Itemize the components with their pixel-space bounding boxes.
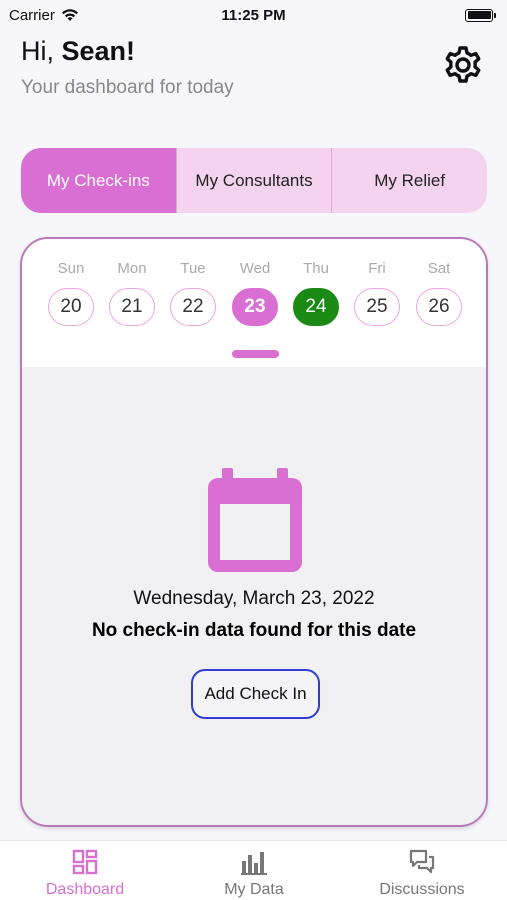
greeting: Hi, Sean! bbox=[21, 36, 135, 67]
add-check-in-button[interactable]: Add Check In bbox=[191, 669, 320, 719]
date-circle[interactable]: 21 bbox=[109, 288, 155, 326]
date-circle-selected[interactable]: 23 bbox=[232, 288, 278, 326]
date-circle[interactable]: 22 bbox=[170, 288, 216, 326]
battery-icon bbox=[465, 8, 496, 22]
user-name: Sean! bbox=[61, 36, 136, 66]
page-subtitle: Your dashboard for today bbox=[21, 77, 234, 98]
week-strip: Sun 20 Mon 21 Tue 22 Wed 23 Thu 24 Fri 2… bbox=[22, 239, 486, 367]
nav-label: My Data bbox=[224, 881, 284, 898]
greeting-prefix: Hi, bbox=[21, 36, 54, 66]
day-sun[interactable]: Sun 20 bbox=[48, 239, 94, 326]
day-label: Mon bbox=[117, 260, 147, 277]
status-left: Carrier bbox=[9, 7, 79, 24]
day-tue[interactable]: Tue 22 bbox=[170, 239, 216, 326]
empty-state-message: No check-in data found for this date bbox=[91, 620, 417, 641]
day-label: Tue bbox=[180, 260, 206, 277]
status-bar: Carrier 11:25 PM bbox=[0, 0, 507, 30]
chat-bubbles-icon bbox=[409, 849, 435, 874]
day-label: Thu bbox=[303, 260, 329, 277]
tab-bar: My Check-ins My Consultants My Relief bbox=[21, 148, 487, 213]
tab-my-check-ins[interactable]: My Check-ins bbox=[21, 148, 176, 213]
gear-icon[interactable] bbox=[442, 44, 484, 86]
date-circle[interactable]: 26 bbox=[416, 288, 462, 326]
check-in-card: Sun 20 Mon 21 Tue 22 Wed 23 Thu 24 Fri 2… bbox=[20, 237, 488, 827]
calendar-icon bbox=[208, 468, 302, 572]
nav-dashboard[interactable]: Dashboard bbox=[30, 841, 140, 899]
day-label: Sat bbox=[427, 260, 451, 277]
wifi-icon bbox=[61, 9, 78, 21]
day-label: Sun bbox=[57, 260, 85, 277]
date-circle[interactable]: 25 bbox=[354, 288, 400, 326]
drag-handle[interactable] bbox=[232, 350, 279, 358]
tab-my-consultants[interactable]: My Consultants bbox=[175, 148, 332, 213]
day-sat[interactable]: Sat 26 bbox=[416, 239, 462, 326]
carrier-label: Carrier bbox=[9, 6, 55, 24]
day-wed[interactable]: Wed 23 bbox=[232, 239, 278, 326]
day-label: Wed bbox=[239, 260, 271, 277]
date-circle-today[interactable]: 24 bbox=[293, 288, 339, 326]
bar-chart-icon bbox=[241, 852, 267, 875]
date-circle[interactable]: 20 bbox=[48, 288, 94, 326]
selected-date: Wednesday, March 23, 2022 bbox=[133, 588, 375, 609]
tab-my-relief[interactable]: My Relief bbox=[331, 148, 487, 213]
nav-label: Dashboard bbox=[45, 881, 125, 898]
dashboard-icon bbox=[72, 849, 98, 875]
nav-label: Discussions bbox=[379, 881, 465, 898]
day-fri[interactable]: Fri 25 bbox=[354, 239, 400, 326]
day-thu[interactable]: Thu 24 bbox=[293, 239, 339, 326]
bottom-nav: Dashboard My Data Discussions bbox=[0, 840, 507, 900]
day-mon[interactable]: Mon 21 bbox=[109, 239, 155, 326]
day-label: Fri bbox=[368, 260, 386, 277]
nav-discussions[interactable]: Discussions bbox=[367, 841, 477, 899]
nav-my-data[interactable]: My Data bbox=[199, 841, 309, 899]
